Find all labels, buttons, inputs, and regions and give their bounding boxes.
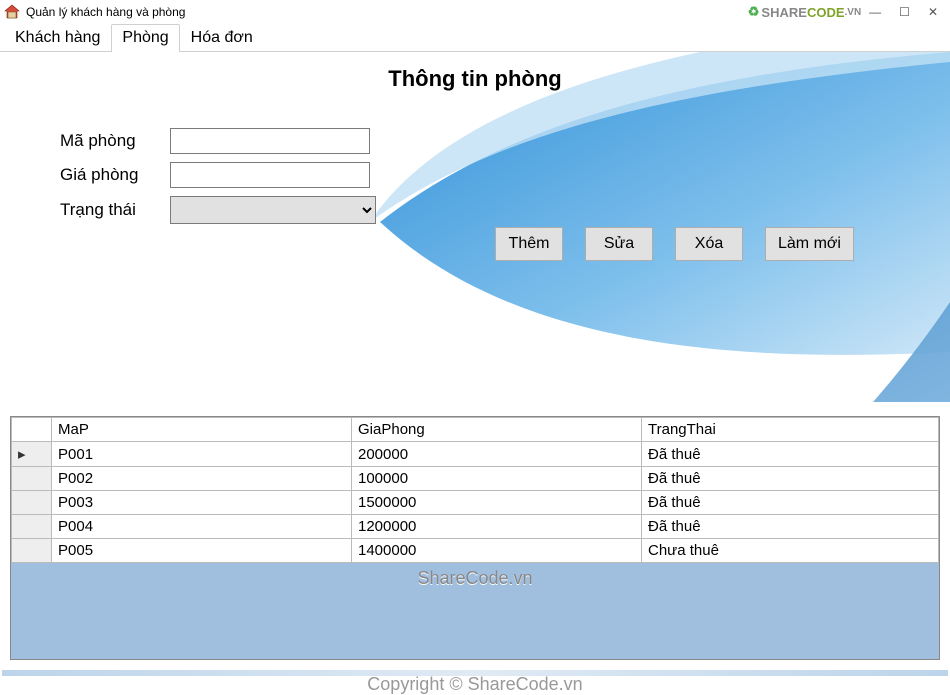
col-header-map[interactable]: MaP [52,418,352,442]
titlebar: Quản lý khách hàng và phòng ♻ SHARECODE.… [0,0,950,24]
cell-map[interactable]: P003 [52,491,352,515]
add-button[interactable]: Thêm [495,227,563,261]
sharecode-logo: ♻ SHARECODE.VN [748,4,861,20]
tab-bar: Khách hàng Phòng Hóa đơn [0,24,950,52]
delete-button[interactable]: Xóa [675,227,743,261]
col-header-giaphong[interactable]: GiaPhong [352,418,642,442]
label-giaphong: Giá phòng [60,165,170,185]
grid-header-row: MaP GiaPhong TrangThai [12,418,939,442]
minimize-icon[interactable]: — [869,7,881,17]
cell-giaphong[interactable]: 100000 [352,467,642,491]
cell-giaphong[interactable]: 200000 [352,442,642,467]
recycle-icon: ♻ [748,4,760,20]
cell-giaphong[interactable]: 1200000 [352,515,642,539]
tab-khachhang[interactable]: Khách hàng [4,24,111,52]
cell-map[interactable]: P005 [52,539,352,563]
watermark-line2: Copyright © ShareCode.vn [0,674,950,695]
window-controls: — ☐ ✕ [869,7,946,17]
cell-trangthai[interactable]: Đã thuê [642,442,939,467]
row-header [12,491,52,515]
cell-giaphong[interactable]: 1400000 [352,539,642,563]
label-maphong: Mã phòng [60,131,170,151]
table-row[interactable]: ▸P001200000Đã thuê [12,442,939,467]
tab-phong[interactable]: Phòng [111,24,179,52]
close-icon[interactable]: ✕ [928,7,938,17]
content-area: Thông tin phòng Mã phòng Giá phòng Trạng… [0,52,950,672]
edit-button[interactable]: Sửa [585,227,653,261]
input-maphong[interactable] [170,128,370,154]
button-row: Thêm Sửa Xóa Làm mới [495,227,854,261]
cell-trangthai[interactable]: Chưa thuê [642,539,939,563]
table-row[interactable]: P0051400000Chưa thuê [12,539,939,563]
refresh-button[interactable]: Làm mới [765,227,854,261]
data-grid[interactable]: MaP GiaPhong TrangThai ▸P001200000Đã thu… [10,416,940,660]
col-header-trangthai[interactable]: TrangThai [642,418,939,442]
maximize-icon[interactable]: ☐ [899,7,910,17]
cell-trangthai[interactable]: Đã thuê [642,491,939,515]
row-header: ▸ [12,442,52,467]
window-title: Quản lý khách hàng và phòng [26,5,185,19]
page-title: Thông tin phòng [0,52,950,98]
row-header [12,467,52,491]
cell-map[interactable]: P002 [52,467,352,491]
cell-map[interactable]: P001 [52,442,352,467]
cell-map[interactable]: P004 [52,515,352,539]
table-row[interactable]: P0031500000Đã thuê [12,491,939,515]
table-row[interactable]: P0041200000Đã thuê [12,515,939,539]
tab-hoadon[interactable]: Hóa đơn [180,24,264,52]
row-header [12,515,52,539]
select-trangthai[interactable] [170,196,376,224]
label-trangthai: Trạng thái [60,200,170,220]
cell-trangthai[interactable]: Đã thuê [642,515,939,539]
row-header [12,539,52,563]
app-icon [4,4,20,20]
bottom-strip [2,670,948,676]
input-giaphong[interactable] [170,162,370,188]
cell-giaphong[interactable]: 1500000 [352,491,642,515]
cell-trangthai[interactable]: Đã thuê [642,467,939,491]
table-row[interactable]: P002100000Đã thuê [12,467,939,491]
grid-corner [12,418,52,442]
